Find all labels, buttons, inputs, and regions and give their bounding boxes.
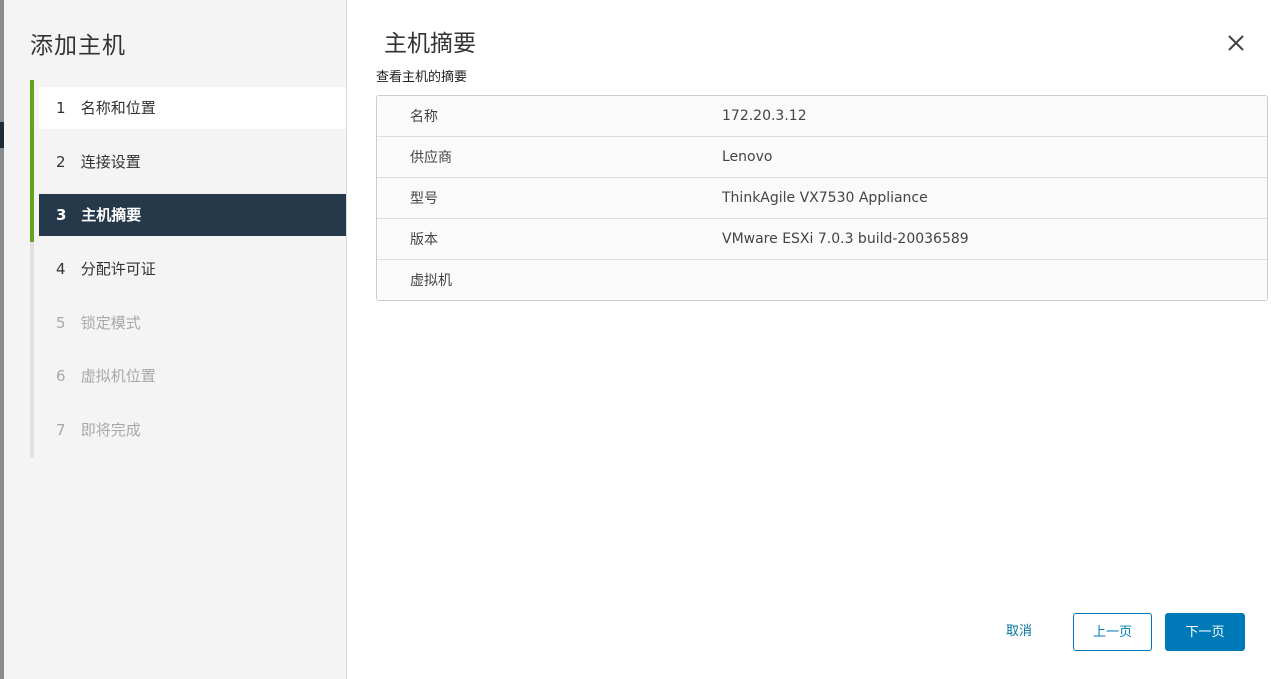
step-connection-settings[interactable]: 2 连接设置 <box>39 141 346 183</box>
summary-row-version: 版本 VMware ESXi 7.0.3 build-20036589 <box>377 219 1267 260</box>
summary-value: VMware ESXi 7.0.3 build-20036589 <box>722 231 969 247</box>
host-summary-table: 名称 172.20.3.12 供应商 Lenovo 型号 ThinkAgile … <box>376 95 1268 301</box>
step-label: 连接设置 <box>80 153 141 171</box>
wizard-steps: 1 名称和位置 2 连接设置 3 主机摘要 4 分配许可证 5 锁定模式 6 虚… <box>30 80 346 458</box>
wizard-content: 主机摘要 查看主机的摘要 名称 172.20.3.12 供应商 Lenovo 型… <box>347 0 1271 679</box>
step-label: 即将完成 <box>80 421 141 439</box>
step-host-summary[interactable]: 3 主机摘要 <box>39 194 346 236</box>
step-number: 1 <box>56 99 66 117</box>
cancel-button[interactable]: 取消 <box>989 613 1049 651</box>
summary-row-vendor: 供应商 Lenovo <box>377 137 1267 178</box>
step-lockdown-mode: 5 锁定模式 <box>39 302 346 344</box>
step-label: 虚拟机位置 <box>80 367 156 385</box>
summary-key: 供应商 <box>410 150 452 166</box>
summary-key: 名称 <box>410 109 438 125</box>
step-label: 主机摘要 <box>81 206 142 224</box>
wizard-sidebar: 添加主机 1 名称和位置 2 连接设置 3 主机摘要 4 分配许可证 5 锁定模… <box>4 0 347 679</box>
step-number: 5 <box>56 314 66 332</box>
add-host-dialog: 添加主机 1 名称和位置 2 连接设置 3 主机摘要 4 分配许可证 5 锁定模… <box>0 0 1271 679</box>
summary-value: 172.20.3.12 <box>722 108 807 124</box>
summary-row-name: 名称 172.20.3.12 <box>377 96 1267 137</box>
step-label: 分配许可证 <box>80 260 156 278</box>
summary-value: ThinkAgile VX7530 Appliance <box>722 190 928 206</box>
summary-value: Lenovo <box>722 149 773 165</box>
summary-key: 型号 <box>410 191 438 207</box>
wizard-title: 添加主机 <box>30 33 126 59</box>
summary-row-vms: 虚拟机 <box>377 260 1267 300</box>
step-progress-track <box>30 80 34 458</box>
back-button[interactable]: 上一页 <box>1073 613 1152 651</box>
page-title: 主机摘要 <box>384 31 476 57</box>
step-number: 4 <box>56 260 66 278</box>
summary-row-model: 型号 ThinkAgile VX7530 Appliance <box>377 178 1267 219</box>
step-number: 2 <box>56 153 66 171</box>
step-name-and-location[interactable]: 1 名称和位置 <box>39 87 346 129</box>
step-vm-location: 6 虚拟机位置 <box>39 355 346 397</box>
close-button[interactable] <box>1223 30 1249 56</box>
step-number: 7 <box>56 421 66 439</box>
close-icon <box>1228 35 1244 51</box>
step-label: 名称和位置 <box>80 99 156 117</box>
step-progress-fill <box>30 80 34 242</box>
page-subtitle: 查看主机的摘要 <box>376 70 468 85</box>
wizard-footer: 取消 上一页 下一页 <box>347 613 1271 653</box>
next-button[interactable]: 下一页 <box>1165 613 1245 651</box>
summary-key: 版本 <box>410 232 438 248</box>
summary-key: 虚拟机 <box>410 273 452 289</box>
step-label: 锁定模式 <box>80 314 141 332</box>
step-ready-to-complete: 7 即将完成 <box>39 409 346 451</box>
step-number: 6 <box>56 367 66 385</box>
step-assign-license[interactable]: 4 分配许可证 <box>39 248 346 290</box>
step-number: 3 <box>56 206 67 224</box>
